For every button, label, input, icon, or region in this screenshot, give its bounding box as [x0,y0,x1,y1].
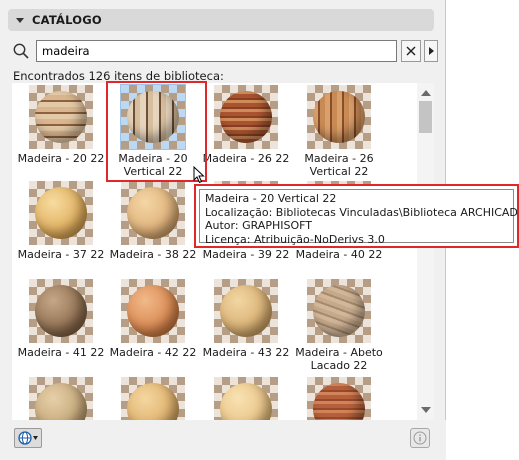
library-item-label-line1: Madeira - 37 22 [17,248,105,261]
catalog-title: CATÁLOGO [32,13,102,27]
wood-sphere-thumbnail [214,377,278,420]
tooltip-author: Autor: GRAPHISOFT [205,219,312,232]
wood-sphere-thumbnail [29,85,93,149]
library-item-label: Madeira - 43 22 [200,346,292,359]
library-item-label: Madeira - Abeto Lacado 22 [293,346,385,372]
library-item-label: Madeira - 20 Vertical 22 [107,152,199,178]
item-tooltip: Madeira - 20 Vertical 22 Localização: Bi… [194,184,519,248]
library-item-label-line1: Madeira - 26 22 [202,152,290,165]
wood-sphere-thumbnail [307,279,371,343]
catalog-footer [0,420,446,460]
library-item[interactable]: Madeira - 38 22 [107,181,199,261]
collapse-triangle-icon[interactable] [16,17,24,23]
tooltip-license: Licença: Atribuição-NoDerivs 3.0 [205,232,385,246]
material-sphere-icon [35,383,87,420]
tooltip-body: Madeira - 20 Vertical 22 Localização: Bi… [199,189,519,246]
material-sphere-icon [35,91,87,143]
material-sphere-icon [313,91,365,143]
material-sphere-icon [127,91,179,143]
library-item-label-line1: Madeira - 41 22 [17,346,105,359]
library-item-label-line1: Madeira - 42 22 [109,346,197,359]
globe-icon [18,431,38,445]
wood-sphere-thumbnail [307,85,371,149]
search-options-button[interactable] [424,40,438,62]
mouse-cursor-icon [193,166,205,184]
library-item-label-line2: Vertical 22 [309,165,369,178]
material-sphere-icon [313,285,365,337]
wood-sphere-thumbnail [214,279,278,343]
library-item[interactable] [200,377,292,420]
library-item[interactable]: Madeira - Abeto Lacado 22 [293,279,385,372]
library-item[interactable]: Madeira - 42 22 [107,279,199,359]
library-item-label-line2: Vertical 22 [123,165,183,178]
material-sphere-icon [220,383,272,420]
wood-sphere-thumbnail [307,377,371,420]
wood-sphere-thumbnail [214,85,278,149]
catalog-header[interactable]: CATÁLOGO [8,9,434,31]
library-item-label-line1: Madeira - 39 22 [202,248,290,261]
library-item-label-line1: Madeira - 20 22 [17,152,105,165]
material-sphere-icon [127,187,179,239]
wood-sphere-thumbnail [29,279,93,343]
library-item-label-line1: Madeira - Abeto [295,346,383,359]
material-sphere-icon [127,285,179,337]
play-arrow-icon [428,47,434,55]
library-item-label-line1: Madeira - 38 22 [109,248,197,261]
library-item-label-line1: Madeira - 20 [118,152,188,165]
search-icon [13,43,29,59]
scroll-thumb[interactable] [419,101,432,133]
scroll-up-icon[interactable] [421,90,431,96]
wood-sphere-thumbnail [29,377,93,420]
material-sphere-icon [220,285,272,337]
library-item[interactable]: Madeira - 41 22 [15,279,107,359]
wood-sphere-thumbnail [121,279,185,343]
library-item-label: Madeira - 26 Vertical 22 [293,152,385,178]
library-item-label: Madeira - 39 22 [200,248,292,261]
library-item[interactable]: Madeira - 37 22 [15,181,107,261]
clear-search-button[interactable] [401,40,421,62]
library-item[interactable]: Madeira - 26 Vertical 22 [293,85,385,178]
library-item-label: Madeira - 40 22 [293,248,385,261]
library-item-label-line1: Madeira - 43 22 [202,346,290,359]
material-sphere-icon [220,91,272,143]
wood-sphere-thumbnail [120,84,186,150]
library-item-label: Madeira - 26 22 [200,152,292,165]
library-item-label: Madeira - 41 22 [15,346,107,359]
library-item-label: Madeira - 20 22 [15,152,107,165]
library-item-label: Madeira - 38 22 [107,248,199,261]
material-sphere-icon [127,383,179,420]
wood-sphere-thumbnail [29,181,93,245]
info-icon [413,431,427,445]
search-input[interactable] [36,40,397,62]
library-item[interactable] [15,377,107,420]
grid-scrollbar[interactable] [417,83,434,420]
close-icon [406,46,416,56]
library-source-button[interactable] [14,428,42,448]
tooltip-location: Localização: Bibliotecas Vinculadas\Bibl… [205,205,519,219]
material-sphere-icon [35,187,87,239]
library-item-label: Madeira - 37 22 [15,248,107,261]
results-count: Encontrados 126 itens de biblioteca: [13,69,224,83]
library-item[interactable] [107,377,199,420]
library-item[interactable]: Madeira - 26 22 [200,85,292,165]
material-sphere-icon [35,285,87,337]
library-grid: Madeira - 20 22 Madeira - 20 Vertical 22 Ma… [12,83,417,420]
info-button[interactable] [410,428,430,448]
library-item-label: Madeira - 42 22 [107,346,199,359]
library-item-label-line1: Madeira - 26 [304,152,374,165]
scroll-down-icon[interactable] [421,407,431,413]
tooltip-name: Madeira - 20 Vertical 22 [205,192,337,205]
material-sphere-icon [313,383,365,420]
library-item[interactable]: Madeira - 43 22 [200,279,292,359]
library-item[interactable]: Madeira - 20 Vertical 22 [107,84,199,178]
search-row [10,40,438,62]
library-item[interactable]: Madeira - 20 22 [15,85,107,165]
library-item[interactable] [293,377,385,420]
library-item-label-line1: Madeira - 40 22 [295,248,383,261]
library-item-label-line2: Lacado 22 [310,359,368,372]
wood-sphere-thumbnail [121,377,185,420]
wood-sphere-thumbnail [121,181,185,245]
